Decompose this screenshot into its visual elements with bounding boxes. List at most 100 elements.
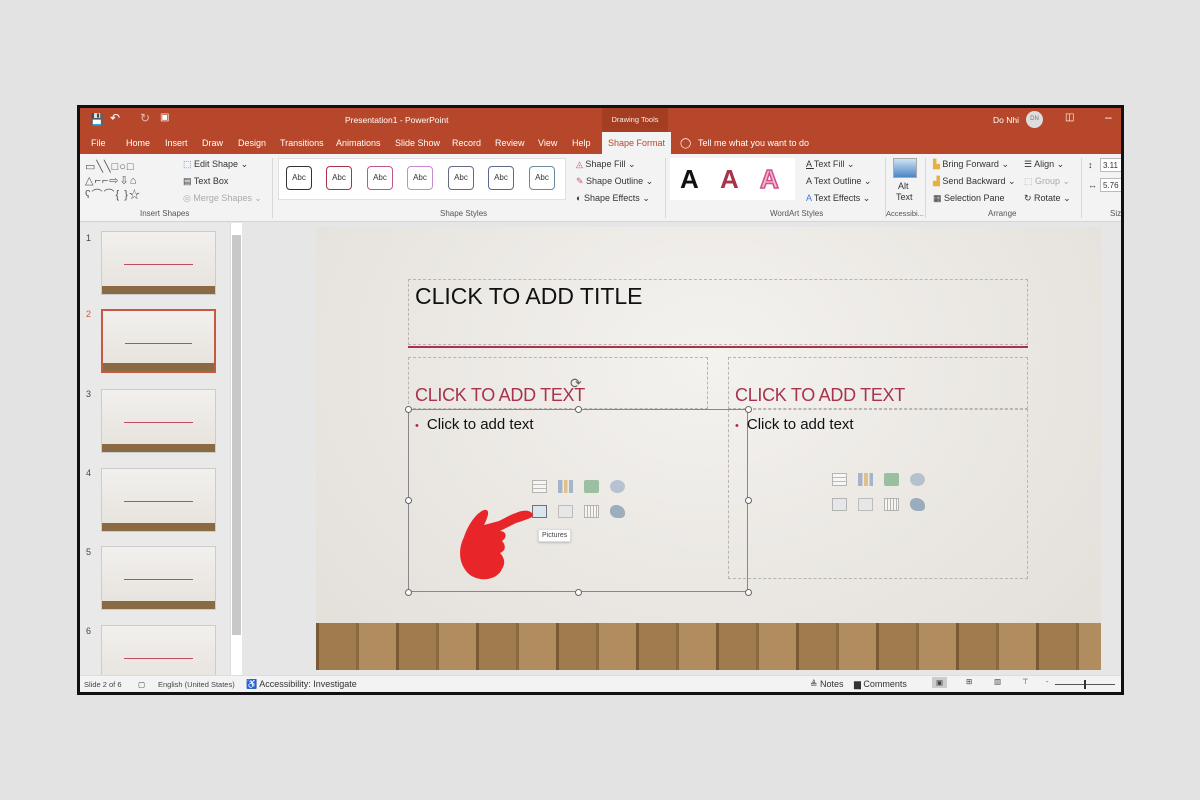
alt-text-icon[interactable] [893, 158, 917, 178]
text-fill-button[interactable]: A Text Fill ⌄ [806, 159, 854, 170]
edit-shape-button[interactable]: ⬚ Edit Shape ⌄ [183, 159, 248, 170]
merge-shapes-button[interactable]: ◎ Merge Shapes ⌄ [183, 193, 262, 204]
send-backward-button[interactable]: ▟ Send Backward ⌄ [933, 176, 1016, 187]
tab-animations[interactable]: Animations [336, 138, 381, 148]
group-button[interactable]: ⬚ Group ⌄ [1024, 176, 1070, 187]
tab-design[interactable]: Design [238, 138, 266, 148]
insert-video-icon[interactable] [884, 498, 899, 511]
tab-transitions[interactable]: Transitions [280, 138, 324, 148]
shape-width-input[interactable]: 5.76 [1100, 178, 1121, 192]
save-icon[interactable]: 💾 [90, 113, 104, 126]
right-body-text[interactable]: • Click to add text [735, 416, 854, 433]
insert-icons-icon[interactable] [610, 505, 625, 518]
tab-shape-format[interactable]: Shape Format [602, 132, 672, 154]
tab-review[interactable]: Review [495, 138, 525, 148]
slide-sorter-icon[interactable]: ⊞ [966, 677, 972, 686]
insert-video-icon[interactable] [584, 505, 599, 518]
tell-me-search[interactable]: Tell me what you want to do [698, 138, 809, 148]
insert-chart-icon[interactable] [558, 480, 573, 493]
slide-thumbnail-5[interactable] [101, 546, 216, 610]
minimize-icon[interactable]: – [1105, 110, 1112, 124]
shape-style-2[interactable]: Abc [326, 166, 352, 190]
slide-canvas[interactable]: CLICK TO ADD TITLE CLICK TO ADD TEXT CLI… [316, 227, 1101, 670]
alt-text-label-2[interactable]: Text [896, 192, 913, 202]
shape-height-input[interactable]: 3.11 [1100, 158, 1121, 172]
zoom-out-icon[interactable]: - [1046, 677, 1049, 686]
zoom-slider-thumb[interactable] [1084, 680, 1086, 689]
resize-handle[interactable] [745, 406, 752, 413]
tab-insert[interactable]: Insert [165, 138, 188, 148]
scroll-thumb[interactable] [232, 235, 241, 635]
spell-check-icon[interactable]: ▢ [138, 680, 145, 689]
present-icon[interactable]: ▣ [160, 112, 169, 123]
slide-thumbnail-2[interactable] [101, 309, 216, 373]
resize-handle[interactable] [575, 589, 582, 596]
insert-3d-models-icon[interactable] [910, 473, 925, 486]
insert-stock-images-icon[interactable] [558, 505, 573, 518]
wordart-style-3[interactable]: A [759, 163, 779, 195]
tab-home[interactable]: Home [126, 138, 150, 148]
insert-icons-icon[interactable] [910, 498, 925, 511]
shape-style-5[interactable]: Abc [448, 166, 474, 190]
language-indicator[interactable]: English (United States) [158, 680, 235, 689]
right-heading[interactable]: CLICK TO ADD TEXT [735, 385, 905, 406]
wordart-style-1[interactable]: A [680, 164, 699, 195]
text-box-button[interactable]: ▤ Text Box [183, 176, 228, 187]
notes-button[interactable]: ≜ Notes [810, 679, 844, 690]
ribbon-display-icon[interactable]: ◫ [1065, 112, 1074, 123]
reading-view-icon[interactable]: ▥ [994, 677, 1001, 686]
alt-text-label-1[interactable]: Alt [898, 181, 909, 191]
rotate-handle-icon[interactable]: ⟳ [570, 375, 582, 392]
shape-fill-button[interactable]: ◬ Shape Fill ⌄ [576, 159, 636, 170]
insert-table-icon[interactable] [832, 473, 847, 486]
shapes-gallery[interactable]: ▭╲╲□○□ △⌐⌐⇨⇩⌂ ʕ⌒⌒{ }☆ [85, 160, 171, 202]
thumbnails-scrollbar[interactable] [230, 223, 242, 675]
slideshow-view-icon[interactable]: ⊤ [1022, 677, 1029, 686]
redo-icon[interactable]: ↻ [140, 111, 150, 125]
insert-pictures-icon[interactable] [532, 505, 547, 518]
insert-pictures-icon[interactable] [832, 498, 847, 511]
resize-handle[interactable] [745, 497, 752, 504]
shape-outline-button[interactable]: ✎ Shape Outline ⌄ [576, 176, 653, 187]
user-name[interactable]: Do Nhi [993, 115, 1019, 125]
tab-record[interactable]: Record [452, 138, 481, 148]
align-button[interactable]: ☰ Align ⌄ [1024, 159, 1064, 170]
text-effects-button[interactable]: A Text Effects ⌄ [806, 193, 870, 204]
tab-help[interactable]: Help [572, 138, 591, 148]
comments-button[interactable]: ▆ Comments [854, 679, 907, 690]
resize-handle[interactable] [745, 589, 752, 596]
shape-style-7[interactable]: Abc [529, 166, 555, 190]
shape-style-1[interactable]: Abc [286, 166, 312, 190]
resize-handle[interactable] [575, 406, 582, 413]
insert-table-icon[interactable] [532, 480, 547, 493]
shape-style-3[interactable]: Abc [367, 166, 393, 190]
shape-style-4[interactable]: Abc [407, 166, 433, 190]
shape-effects-button[interactable]: ◐ Shape Effects ⌄ [576, 193, 650, 204]
insert-smartart-icon[interactable] [884, 473, 899, 486]
rotate-button[interactable]: ↻ Rotate ⌄ [1024, 193, 1071, 204]
selection-pane-button[interactable]: ▦ Selection Pane [933, 193, 1005, 204]
insert-smartart-icon[interactable] [584, 480, 599, 493]
shape-style-6[interactable]: Abc [488, 166, 514, 190]
slide-thumbnail-4[interactable] [101, 468, 216, 532]
slide-thumbnail-3[interactable] [101, 389, 216, 453]
right-content-placeholder[interactable] [728, 409, 1028, 579]
slide-title[interactable]: CLICK TO ADD TITLE [415, 283, 643, 310]
insert-stock-images-icon[interactable] [858, 498, 873, 511]
insert-chart-icon[interactable] [858, 473, 873, 486]
tab-draw[interactable]: Draw [202, 138, 223, 148]
slide-thumbnail-6[interactable] [101, 625, 216, 675]
normal-view-icon[interactable]: ▣ [932, 677, 948, 688]
tab-file[interactable]: File [91, 138, 106, 148]
resize-handle[interactable] [405, 406, 412, 413]
insert-3d-models-icon[interactable] [610, 480, 625, 493]
left-heading[interactable]: CLICK TO ADD TEXT [415, 385, 585, 406]
accessibility-status[interactable]: ♿ Accessibility: Investigate [246, 679, 357, 690]
avatar[interactable]: DN [1026, 111, 1043, 128]
undo-icon[interactable]: ↶ [110, 111, 120, 125]
resize-handle[interactable] [405, 589, 412, 596]
wordart-style-2[interactable]: A [720, 164, 739, 195]
text-outline-button[interactable]: A Text Outline ⌄ [806, 176, 871, 187]
tab-view[interactable]: View [538, 138, 557, 148]
slide-thumbnail-1[interactable] [101, 231, 216, 295]
